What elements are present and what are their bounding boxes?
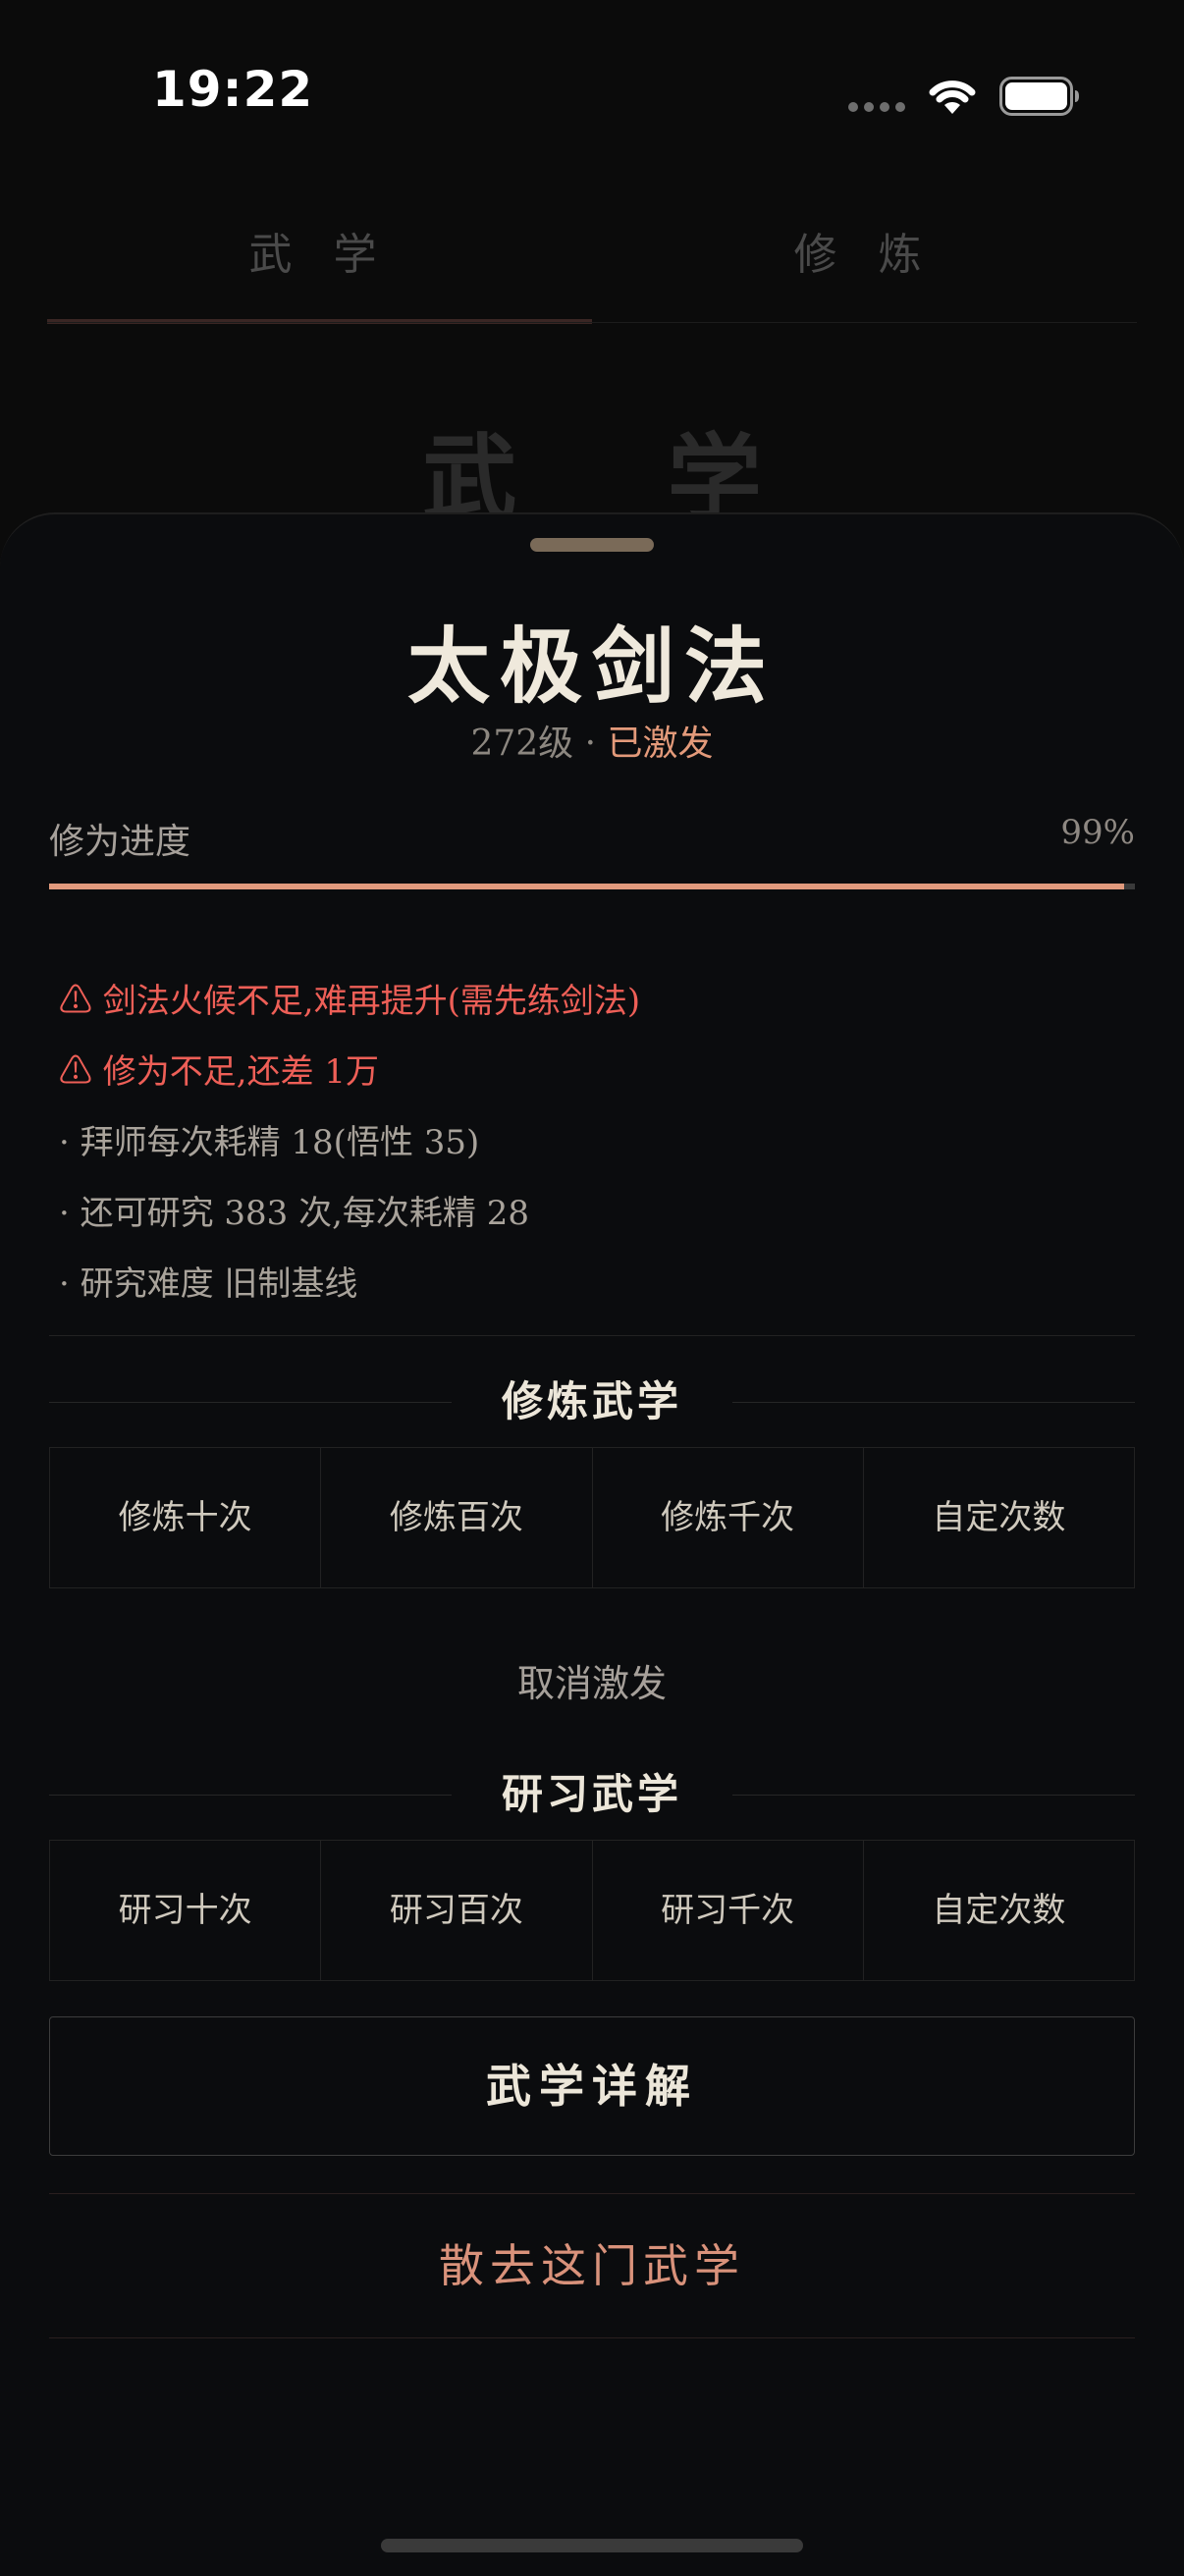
skill-detail-sheet: 太极剑法 272级 · 已激发 修为进度 99% ⚠ 剑法火候不足,难再提升(需… [0, 512, 1184, 2576]
skill-level: 272级 [470, 724, 574, 764]
train-100-button[interactable]: 修炼百次 [321, 1448, 593, 1587]
notes-divider [49, 1335, 1135, 1336]
sheet-grabber[interactable] [530, 538, 654, 552]
skill-state-badge: 已激发 [607, 724, 714, 764]
train-section-header: 修炼武学 [49, 1372, 1135, 1431]
status-time: 19:22 [152, 61, 314, 118]
note-info: · 还可研究 383 次,每次耗精 28 [59, 1194, 530, 1233]
section-line [732, 1402, 1135, 1403]
dismiss-skill-button[interactable]: 散去这门武学 [49, 2193, 1135, 2338]
section-line [732, 1795, 1135, 1796]
tab-martial-arts[interactable]: 武 学 [47, 196, 592, 324]
tab-training[interactable]: 修 炼 [592, 196, 1137, 324]
note-info: · 拜师每次耗精 18(悟性 35) [59, 1123, 480, 1162]
cancel-activation-button[interactable]: 取消激发 [0, 1653, 1184, 1707]
study-section-header: 研习武学 [49, 1765, 1135, 1824]
train-10-button[interactable]: 修炼十次 [49, 1448, 322, 1587]
skill-detail-button[interactable]: 武学详解 [49, 2016, 1135, 2156]
meta-separator: · [573, 724, 608, 764]
tab-bar: 武 学 修 炼 [47, 196, 1137, 324]
battery-icon [999, 77, 1079, 116]
wifi-icon [929, 80, 976, 114]
note-warning: ⚠ 修为不足,还差 1万 [59, 1052, 380, 1092]
skill-meta: 272级 · 已激发 [0, 715, 1184, 766]
progress-fill [49, 884, 1124, 889]
note-warning: ⚠ 剑法火候不足,难再提升(需先练剑法) [59, 982, 641, 1021]
skill-title: 太极剑法 [406, 617, 777, 715]
study-10-button[interactable]: 研习十次 [49, 1841, 322, 1980]
train-button-grid: 修炼十次 修炼百次 修炼千次 自定次数 [49, 1447, 1135, 1588]
study-button-grid: 研习十次 研习百次 研习千次 自定次数 [49, 1840, 1135, 1981]
progress-bar [49, 884, 1135, 889]
status-bar: 19:22 [0, 0, 1184, 187]
cellular-dots-icon [848, 102, 905, 112]
tabs-divider [47, 322, 1137, 323]
train-custom-button[interactable]: 自定次数 [864, 1448, 1135, 1587]
study-custom-button[interactable]: 自定次数 [864, 1841, 1135, 1980]
train-1000-button[interactable]: 修炼千次 [593, 1448, 864, 1587]
study-1000-button[interactable]: 研习千次 [593, 1841, 864, 1980]
home-indicator [381, 2539, 803, 2552]
study-100-button[interactable]: 研习百次 [321, 1841, 593, 1980]
progress-value: 99% [1060, 813, 1135, 852]
note-info: · 研究难度 旧制基线 [59, 1264, 358, 1304]
progress-label: 修为进度 [49, 822, 191, 862]
skill-notes: ⚠ 剑法火候不足,难再提升(需先练剑法) ⚠ 修为不足,还差 1万 · 拜师每次… [59, 966, 1139, 1319]
